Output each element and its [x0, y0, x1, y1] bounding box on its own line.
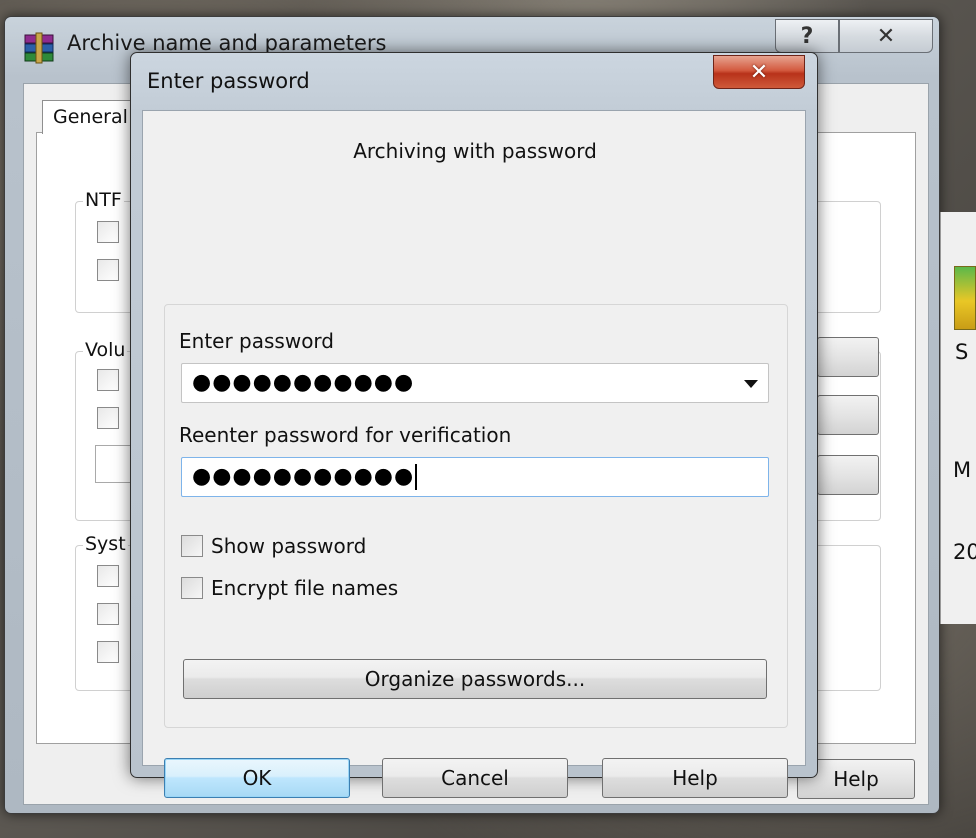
reenter-password-label: Reenter password for verification: [179, 423, 512, 447]
system-checkbox-2[interactable]: [97, 603, 119, 625]
ntfs-checkbox-2[interactable]: [97, 259, 119, 281]
system-group-label: Syst: [83, 533, 128, 555]
system-checkbox-1[interactable]: [97, 565, 119, 587]
tab-general[interactable]: General: [42, 100, 142, 134]
volume-checkbox-2[interactable]: [97, 407, 119, 429]
show-password-checkbox[interactable]: [181, 535, 203, 557]
help-button[interactable]: Help: [602, 758, 788, 798]
volume-group-label: Volu: [83, 339, 128, 361]
reenter-password-input[interactable]: ●●●●●●●●●●●: [181, 457, 769, 497]
archive-icon: [954, 266, 976, 330]
side-button-1[interactable]: [817, 337, 879, 377]
dialog-close-button[interactable]: ✕: [713, 55, 805, 89]
side-button-2[interactable]: [817, 395, 879, 435]
volume-field[interactable]: [95, 445, 135, 483]
winrar-books-icon: [24, 32, 54, 64]
organize-passwords-button[interactable]: Organize passwords...: [183, 659, 767, 699]
ntfs-checkbox-1[interactable]: [97, 221, 119, 243]
volume-checkbox-1[interactable]: [97, 369, 119, 391]
text-caret: [415, 464, 418, 490]
help-caption-button[interactable]: ?: [775, 19, 839, 53]
dropdown-arrow-icon[interactable]: [740, 373, 762, 395]
enter-password-label: Enter password: [179, 329, 334, 353]
encrypt-file-names-checkbox[interactable]: [181, 577, 203, 599]
show-password-label: Show password: [211, 534, 367, 558]
dialog-client-area: Archiving with password Enter password ●…: [142, 110, 806, 798]
enter-password-dialog: Enter password ✕ Archiving with password…: [130, 52, 818, 798]
ntfs-group-label: NTF: [83, 189, 124, 211]
fragment-text-s: S: [955, 340, 969, 364]
show-password-option[interactable]: Show password: [181, 533, 366, 559]
password-value: ●●●●●●●●●●●: [192, 370, 415, 395]
password-combo[interactable]: ●●●●●●●●●●●: [181, 363, 769, 403]
reenter-password-value: ●●●●●●●●●●●: [192, 464, 415, 489]
close-caption-button[interactable]: ✕: [839, 19, 933, 53]
encrypt-file-names-option[interactable]: Encrypt file names: [181, 575, 398, 601]
fragment-text-m: M: [953, 458, 972, 482]
cancel-button[interactable]: Cancel: [382, 758, 568, 798]
ok-button[interactable]: OK: [164, 758, 350, 798]
fragment-text-20: 20: [953, 540, 976, 564]
dialog-heading: Archiving with password: [353, 139, 597, 163]
dialog-title: Enter password: [147, 69, 310, 93]
password-panel: Enter password ●●●●●●●●●●● Reenter passw…: [164, 304, 788, 728]
side-button-3[interactable]: [817, 455, 879, 495]
encrypt-file-names-label: Encrypt file names: [211, 576, 399, 600]
system-checkbox-3[interactable]: [97, 641, 119, 663]
